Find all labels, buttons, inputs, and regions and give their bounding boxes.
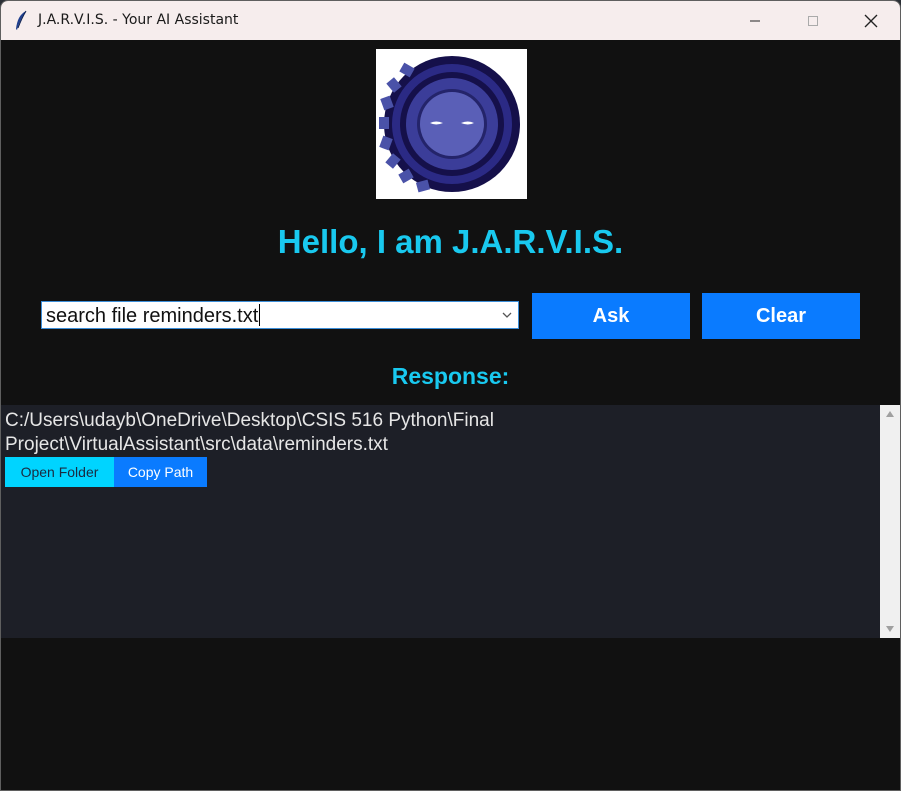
maximize-icon xyxy=(808,15,818,26)
jarvis-logo xyxy=(376,49,527,199)
close-icon xyxy=(864,14,878,27)
chevron-down-icon[interactable] xyxy=(500,308,514,322)
query-combobox[interactable]: search file reminders.txt xyxy=(41,301,519,329)
ask-button[interactable]: Ask xyxy=(532,293,690,339)
maximize-button[interactable] xyxy=(784,1,842,40)
feather-icon xyxy=(16,10,27,30)
window-title: J.A.R.V.I.S. - Your AI Assistant xyxy=(38,12,239,28)
text-caret xyxy=(259,304,261,326)
clear-button[interactable]: Clear xyxy=(702,293,860,339)
greeting-heading: Hello, I am J.A.R.V.I.S. xyxy=(277,223,624,260)
query-input[interactable]: search file reminders.txt xyxy=(46,304,261,328)
app-window: J.A.R.V.I.S. - Your AI Assistant Hello, … xyxy=(0,0,901,791)
title-bar[interactable]: J.A.R.V.I.S. - Your AI Assistant xyxy=(1,1,900,40)
jarvis-logo-icon xyxy=(379,56,520,193)
arrow-up-icon xyxy=(886,411,894,417)
response-scrollbar[interactable] xyxy=(880,405,900,638)
scroll-up-button[interactable] xyxy=(880,405,900,423)
close-button[interactable] xyxy=(842,1,900,40)
minimize-button[interactable] xyxy=(726,1,784,40)
scroll-down-button[interactable] xyxy=(880,620,900,638)
copy-path-button[interactable]: Copy Path xyxy=(114,457,207,487)
response-content: C:/Users\udayb\OneDrive\Desktop\CSIS 516… xyxy=(5,409,875,457)
response-actions: Open Folder Copy Path xyxy=(5,457,207,487)
query-value: search file reminders.txt xyxy=(46,305,259,327)
main-content: Hello, I am J.A.R.V.I.S. search file rem… xyxy=(1,40,900,790)
arrow-down-icon xyxy=(886,626,894,632)
response-textbox[interactable]: C:/Users\udayb\OneDrive\Desktop\CSIS 516… xyxy=(1,405,880,638)
response-line: Project\VirtualAssistant\src\data\remind… xyxy=(5,434,388,455)
response-line: C:/Users\udayb\OneDrive\Desktop\CSIS 516… xyxy=(5,410,494,431)
minimize-icon xyxy=(750,20,760,21)
response-label: Response: xyxy=(391,363,510,389)
open-folder-button[interactable]: Open Folder xyxy=(5,457,114,487)
